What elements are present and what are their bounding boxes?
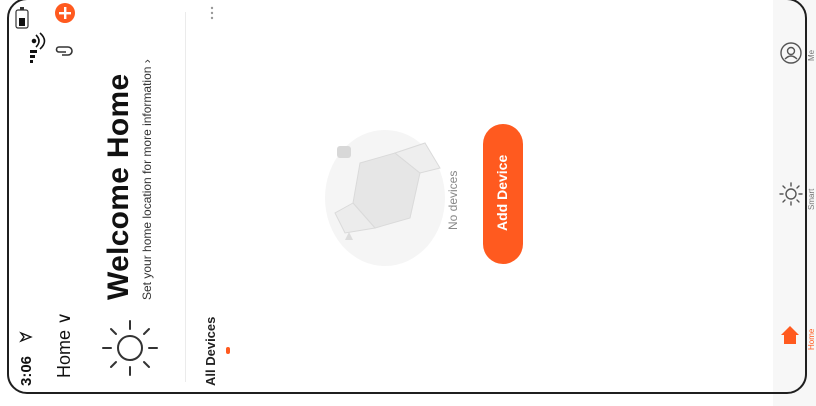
chevron-down-icon: ∨ — [54, 311, 74, 325]
home-icon — [781, 326, 799, 344]
signal-icon — [30, 50, 37, 63]
home-selector[interactable]: Home ∨ — [54, 312, 75, 378]
nav-label-home: Home — [807, 328, 816, 350]
header-divider — [185, 12, 186, 382]
add-circle-button[interactable] — [55, 3, 75, 23]
empty-state-message: No devices — [446, 170, 460, 230]
nav-label-me: Me — [807, 49, 816, 61]
sun-icon — [779, 182, 803, 206]
status-time: 3:06 — [18, 355, 35, 386]
profile-icon — [780, 42, 802, 64]
tab-indicator — [226, 347, 230, 354]
home-selector-label: Home — [54, 329, 74, 378]
chevron-right-icon: › — [140, 59, 154, 64]
app-screen: 3:06 Home ∨ Welcome Home Set your home l… — [0, 0, 816, 406]
empty-box-illustration — [325, 130, 445, 266]
nav-label-smart: Smart — [807, 188, 816, 210]
sun-icon — [102, 320, 158, 376]
location-prompt-text: Set your home location for more informat… — [140, 66, 154, 300]
add-device-label: Add Device — [494, 154, 510, 231]
nav-item-home[interactable]: Home — [777, 316, 816, 352]
location-prompt[interactable]: Set your home location for more informat… — [140, 59, 154, 300]
wifi-icon — [31, 32, 46, 50]
status-and-actions — [15, 3, 75, 63]
nav-item-me[interactable]: Me — [777, 35, 816, 71]
page-title: Welcome Home — [102, 73, 135, 300]
nav-item-smart[interactable]: Smart — [777, 176, 816, 212]
tab-all-devices[interactable]: All Devices — [203, 317, 218, 386]
battery-icon — [15, 7, 29, 29]
more-icon[interactable] — [205, 6, 219, 20]
location-icon — [19, 331, 33, 343]
clip-icon[interactable] — [55, 46, 73, 56]
